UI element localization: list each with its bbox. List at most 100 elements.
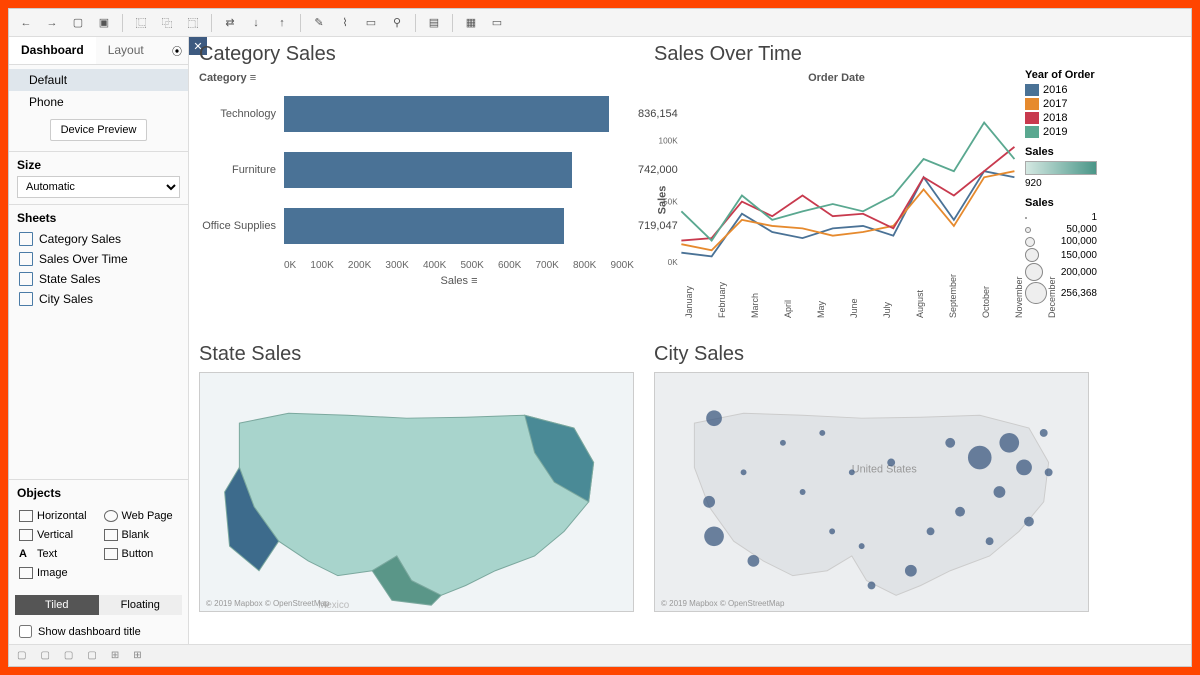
sort-desc-icon[interactable]: ↑ xyxy=(271,13,293,33)
forward-icon[interactable]: → xyxy=(41,13,63,33)
tableau-app: ← → ▢ ▣ ⿺ ⿻ ⿹ ⇄ ↓ ↑ ✎ ⌇ ▭ ⚲ ▤ ▦ ▭ Dashbo… xyxy=(8,8,1192,667)
worksheet-icon xyxy=(19,232,33,246)
obj-button[interactable]: Button xyxy=(102,546,181,562)
vertical-icon xyxy=(19,529,33,541)
panel-state-sales[interactable]: State Sales Mexico © 2019 Mapbox © OpenS… xyxy=(189,337,644,644)
year-legend-title: Year of Order xyxy=(1025,69,1097,81)
highlight-icon[interactable]: ✎ xyxy=(308,13,330,33)
obj-webpage[interactable]: Web Page xyxy=(102,508,181,524)
fit-icon[interactable]: ▭ xyxy=(360,13,382,33)
bar-x-axis: 0K100K200K300K400K500K600K700K800K900K xyxy=(284,260,634,271)
bar-chart: Technology 836,154 Furniture 742,000 Offic… xyxy=(199,92,634,248)
device-phone[interactable]: Phone xyxy=(9,91,188,113)
revert-icon[interactable]: ▣ xyxy=(93,13,115,33)
sheets-section-title: Sheets xyxy=(17,211,180,225)
attach-icon[interactable]: ⌇ xyxy=(334,13,356,33)
sheet-label: State Sales xyxy=(39,272,100,286)
category-axis-label: Category ≡ xyxy=(199,72,634,84)
svg-text:United States: United States xyxy=(852,463,918,475)
sort-asc-icon[interactable]: ↓ xyxy=(245,13,267,33)
map-credit: © 2019 Mapbox © OpenStreetMap xyxy=(206,599,329,608)
line-y-label: Sales xyxy=(656,186,668,215)
obj-text[interactable]: AText xyxy=(17,546,96,562)
tab-layout[interactable]: Layout xyxy=(96,37,156,64)
bottom-sheet-tabs[interactable]: ▢▢▢▢⊞⊞ xyxy=(9,644,1191,666)
pin-icon[interactable]: ⚲ xyxy=(386,13,408,33)
main-toolbar: ← → ▢ ▣ ⿺ ⿻ ⿹ ⇄ ↓ ↑ ✎ ⌇ ▭ ⚲ ▤ ▦ ▭ xyxy=(9,9,1191,37)
sales-over-time-title: Sales Over Time xyxy=(654,43,1019,66)
back-icon[interactable]: ← xyxy=(15,13,37,33)
button-icon xyxy=(104,548,118,560)
legend-year-2017[interactable]: 2017 xyxy=(1025,98,1097,110)
svg-text:0K: 0K xyxy=(668,258,679,267)
show-dashboard-title-checkbox[interactable]: Show dashboard title xyxy=(9,619,188,644)
sheet-label: Category Sales xyxy=(39,232,121,246)
horizontal-icon xyxy=(19,510,33,522)
sheet-sales-over-time[interactable]: Sales Over Time xyxy=(17,249,180,269)
size-section-title: Size xyxy=(17,158,180,172)
legend-year-2018[interactable]: 2018 xyxy=(1025,112,1097,124)
present-icon[interactable]: ▭ xyxy=(486,13,508,33)
line-x-axis: JanuaryFebruaryMarchAprilMayJuneJulyAugu… xyxy=(684,304,1019,314)
obj-horizontal[interactable]: Horizontal xyxy=(17,508,96,524)
device-preview-button[interactable]: Device Preview xyxy=(50,119,148,141)
obj-image[interactable]: Image xyxy=(17,565,96,581)
worksheet-icon xyxy=(19,272,33,286)
bar-x-axis-label: Sales ≡ xyxy=(284,275,634,287)
sheet-label: City Sales xyxy=(39,292,93,306)
sheet-state-sales[interactable]: State Sales xyxy=(17,269,180,289)
size-legend-title: Sales xyxy=(1025,197,1097,209)
bar-category-label: Furniture xyxy=(199,164,284,176)
text-icon: A xyxy=(19,548,33,560)
city-map[interactable]: United States © 2019 Mapbox © OpenStreet… xyxy=(654,372,1089,612)
size-legend: 150,000100,000150,000200,000256,368 xyxy=(1025,212,1097,304)
state-map[interactable]: Mexico © 2019 Mapbox © OpenStreetMap xyxy=(199,372,634,612)
svg-text:100K: 100K xyxy=(659,137,679,146)
worksheet-icon xyxy=(19,292,33,306)
clear-icon[interactable]: ⿹ xyxy=(182,13,204,33)
sheet-label: Sales Over Time xyxy=(39,252,128,266)
device-default[interactable]: Default xyxy=(9,69,188,91)
pin-sidebar-icon[interactable]: ⦿ xyxy=(166,37,188,64)
bar-fill: 742,000 xyxy=(284,152,572,188)
duplicate-icon[interactable]: ⿻ xyxy=(156,13,178,33)
sales-gradient-value: 920 xyxy=(1025,178,1097,189)
objects-section-title: Objects xyxy=(17,486,180,500)
dashboard-canvas[interactable]: ✕ Category Sales Category ≡ Technology 8… xyxy=(189,37,1191,644)
left-sidebar: Dashboard Layout ⦿ Default Phone Device … xyxy=(9,37,189,644)
floating-toggle[interactable]: Floating xyxy=(99,595,183,615)
save-icon[interactable]: ▢ xyxy=(67,13,89,33)
tiled-toggle[interactable]: Tiled xyxy=(15,595,99,615)
legend-year-2019[interactable]: 2019 xyxy=(1025,126,1097,138)
line-chart: Sales 0K50K100K xyxy=(654,84,1019,304)
obj-blank[interactable]: Blank xyxy=(102,527,181,543)
obj-vertical[interactable]: Vertical xyxy=(17,527,96,543)
swap-icon[interactable]: ⇄ xyxy=(219,13,241,33)
sales-gradient-title: Sales xyxy=(1025,146,1097,158)
image-icon xyxy=(19,567,33,579)
bar-fill: 836,154 xyxy=(284,96,609,132)
sales-gradient xyxy=(1025,161,1097,175)
show-title-input[interactable] xyxy=(19,625,32,638)
worksheet-icon xyxy=(19,252,33,266)
sheet-city-sales[interactable]: City Sales xyxy=(17,289,180,309)
blank-icon xyxy=(104,529,118,541)
sheet-category-sales[interactable]: Category Sales xyxy=(17,229,180,249)
bar-category-label: Technology xyxy=(199,108,284,120)
tab-dashboard[interactable]: Dashboard xyxy=(9,37,96,64)
format-icon[interactable]: ▤ xyxy=(423,13,445,33)
panel-city-sales[interactable]: City Sales United States © 2019 Mapbox ©… xyxy=(644,337,1099,644)
state-sales-title: State Sales xyxy=(199,343,634,366)
size-select[interactable]: Automatic xyxy=(17,176,180,198)
category-sales-title: Category Sales xyxy=(199,43,634,66)
bar-category-label: Office Supplies xyxy=(199,220,284,232)
bar-fill: 719,047 xyxy=(284,208,564,244)
new-worksheet-icon[interactable]: ⿺ xyxy=(130,13,152,33)
order-date-label: Order Date xyxy=(654,72,1019,84)
city-sales-title: City Sales xyxy=(654,343,1089,366)
legend-year-2016[interactable]: 2016 xyxy=(1025,84,1097,96)
webpage-icon xyxy=(104,510,118,522)
panel-sales-over-time[interactable]: Sales Over Time Order Date Sales 0K50K10… xyxy=(644,37,1099,337)
panel-category-sales[interactable]: Category Sales Category ≡ Technology 836… xyxy=(189,37,644,337)
show-me-icon[interactable]: ▦ xyxy=(460,13,482,33)
